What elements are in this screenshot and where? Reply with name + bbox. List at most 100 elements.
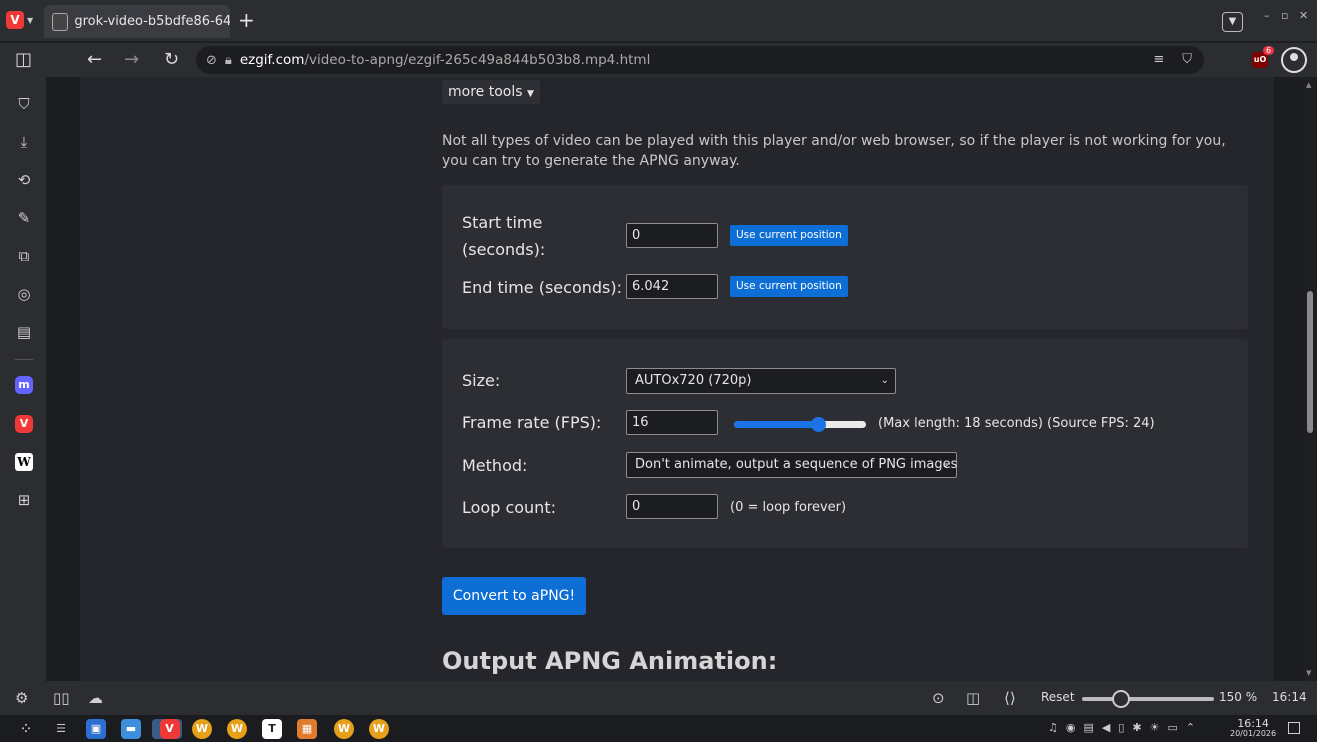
tab-tiling-icon[interactable]: ▯▯: [53, 689, 70, 707]
page-actions-icon[interactable]: ⟨⟩: [1004, 689, 1016, 707]
tracker-blocker-icon[interactable]: ⊘: [206, 53, 217, 68]
loop-count-hint: (0 = loop forever): [730, 500, 847, 515]
system-clock[interactable]: 16:14 20/01/2026: [1230, 718, 1276, 739]
tab-list-dropdown-button[interactable]: ▼: [1222, 12, 1243, 32]
os-taskbar: ⁘ ☰ ▣ ▬ V W W T ▦ W W ♫ ◉ ▤ ◀ ▯ ✱ ☀ ▭ ⌃ …: [0, 715, 1317, 742]
fps-slider[interactable]: [734, 417, 866, 432]
method-label: Method:: [462, 456, 528, 475]
vpn-icon[interactable]: ◉: [1066, 721, 1076, 734]
store-app-icon[interactable]: ▣: [86, 719, 106, 739]
tab-strip: V ▼ grok-video-b5bdfe86-64bd + ▼ – ▫ ✕: [0, 0, 1317, 42]
text-editor-icon[interactable]: T: [262, 719, 282, 739]
app-icon[interactable]: ▦: [297, 719, 317, 739]
conversion-settings-panel: Size: AUTOx720 (720p) ⌄ Frame rate (FPS)…: [442, 339, 1248, 548]
side-panel-divider: [15, 359, 33, 360]
fps-label: Frame rate (FPS):: [462, 413, 602, 432]
app-w-icon[interactable]: W: [369, 719, 389, 739]
tab-active[interactable]: grok-video-b5bdfe86-64bd: [44, 5, 230, 38]
convert-to-apng-button[interactable]: Convert to aPNG!: [442, 577, 586, 615]
output-heading: Output APNG Animation:: [442, 647, 778, 675]
reload-button[interactable]: ↻: [164, 50, 179, 70]
file-manager-icon[interactable]: ▬: [121, 719, 141, 739]
side-panel: ⛉ ⤓ ⟲ ✎ ⧉ ◎ ▤ m V W ⊞: [0, 77, 46, 681]
url-text[interactable]: ezgif.com/video-to-apng/ezgif-265c49a844…: [240, 52, 651, 68]
volume-icon[interactable]: ◀: [1102, 721, 1110, 734]
fps-slider-thumb[interactable]: [811, 417, 827, 432]
app-w-icon[interactable]: W: [192, 719, 212, 739]
system-date: 20/01/2026: [1230, 729, 1277, 738]
start-time-label: Start time (seconds):: [462, 213, 546, 259]
app-launcher-icon[interactable]: ⁘: [16, 719, 36, 739]
status-clock: 16:14: [1272, 690, 1307, 704]
new-tab-button[interactable]: +: [238, 9, 255, 31]
display-icon[interactable]: ▭: [1168, 721, 1178, 734]
mastodon-panel-icon[interactable]: m: [15, 376, 33, 394]
lock-icon[interactable]: 🔒︎: [225, 53, 232, 68]
profile-avatar[interactable]: [1281, 47, 1307, 73]
loop-count-input[interactable]: 0: [626, 494, 718, 519]
size-select[interactable]: AUTOx720 (720p) ⌄: [626, 368, 896, 394]
fps-hint: (Max length: 18 seconds) (Source FPS: 24…: [878, 416, 1155, 431]
notifications-icon[interactable]: ♫: [1048, 721, 1058, 734]
translate-panel-icon[interactable]: ⧉: [15, 247, 33, 265]
show-desktop-icon[interactable]: [1288, 722, 1300, 734]
fps-input[interactable]: 16: [626, 410, 718, 435]
back-button[interactable]: ←: [87, 50, 102, 70]
scroll-up-icon[interactable]: ▲: [1306, 81, 1311, 89]
vivaldi-menu-button[interactable]: V ▼: [6, 9, 36, 31]
scrollbar-thumb[interactable]: [1307, 291, 1313, 433]
task-switcher-icon[interactable]: ☰: [51, 719, 71, 739]
bluetooth-icon[interactable]: ✱: [1132, 721, 1141, 734]
zoom-slider[interactable]: [1082, 697, 1214, 701]
end-use-current-position-button[interactable]: Use current position: [730, 276, 848, 297]
address-bar[interactable]: ⊘ 🔒︎ ezgif.com/video-to-apng/ezgif-265c4…: [196, 46, 1204, 74]
tray-expand-icon[interactable]: ⌃: [1186, 721, 1195, 734]
caret-down-icon: ▼: [526, 89, 534, 99]
capture-icon[interactable]: ⊙: [932, 689, 945, 707]
address-toolbar: ◫ ← → ↻ ⊘ 🔒︎ ezgif.com/video-to-apng/ezg…: [0, 43, 1317, 77]
reader-view-icon[interactable]: ≡: [1153, 52, 1164, 67]
bookmark-icon[interactable]: ⛉: [1182, 52, 1192, 67]
scroll-down-icon[interactable]: ▼: [1306, 669, 1311, 677]
page-tiling-icon[interactable]: ◫: [966, 689, 980, 707]
chevron-down-icon: ⌄: [941, 459, 950, 470]
chevron-down-icon: ▼: [27, 15, 34, 25]
settings-gear-icon[interactable]: ⚙: [15, 689, 28, 707]
battery-icon[interactable]: ▯: [1118, 721, 1124, 734]
vivaldi-taskbar-item[interactable]: V: [152, 719, 182, 739]
ublock-count-badge: 6: [1263, 46, 1275, 55]
tab-favicon-icon: [52, 12, 69, 31]
start-use-current-position-button[interactable]: Use current position: [730, 225, 848, 246]
close-button[interactable]: ✕: [1299, 9, 1308, 22]
more-tools-dropdown[interactable]: more tools ▼: [442, 80, 540, 104]
maximize-button[interactable]: ▫: [1281, 9, 1288, 22]
forward-button[interactable]: →: [124, 50, 139, 70]
window-panel-icon[interactable]: ◎: [15, 285, 33, 303]
sync-cloud-icon[interactable]: ☁: [88, 689, 103, 707]
start-time-input[interactable]: 0: [626, 223, 718, 248]
downloads-panel-icon[interactable]: ⤓: [15, 133, 33, 151]
notes-panel-icon[interactable]: ✎: [15, 209, 33, 227]
address-bar-actions: ≡ ⛉: [1153, 52, 1192, 67]
zoom-reset-button[interactable]: Reset: [1041, 690, 1075, 704]
minimize-button[interactable]: –: [1264, 9, 1270, 22]
system-tray: ♫ ◉ ▤ ◀ ▯ ✱ ☀ ▭ ⌃: [1048, 721, 1195, 734]
zoom-slider-thumb[interactable]: [1112, 690, 1130, 708]
brightness-icon[interactable]: ☀: [1150, 721, 1160, 734]
size-select-value: AUTOx720 (720p): [635, 373, 752, 388]
wikipedia-panel-icon[interactable]: W: [15, 453, 33, 471]
bookmarks-panel-icon[interactable]: ⛉: [15, 95, 33, 113]
app-w-icon[interactable]: W: [227, 719, 247, 739]
method-select-value: Don't animate, output a sequence of PNG …: [635, 457, 958, 472]
app-w-icon[interactable]: W: [334, 719, 354, 739]
page-scrollbar[interactable]: ▲ ▼: [1303, 77, 1317, 681]
reading-list-panel-icon[interactable]: ▤: [15, 323, 33, 341]
end-time-input[interactable]: 6.042: [626, 274, 718, 299]
add-web-panel-icon[interactable]: ⊞: [15, 491, 33, 509]
history-panel-icon[interactable]: ⟲: [15, 171, 33, 189]
more-tools-label: more tools: [448, 84, 523, 100]
vivaldi-panel-icon[interactable]: V: [15, 415, 33, 433]
panel-toggle-icon[interactable]: ◫: [15, 50, 32, 70]
method-select[interactable]: Don't animate, output a sequence of PNG …: [626, 452, 957, 478]
clipboard-icon[interactable]: ▤: [1083, 721, 1093, 734]
